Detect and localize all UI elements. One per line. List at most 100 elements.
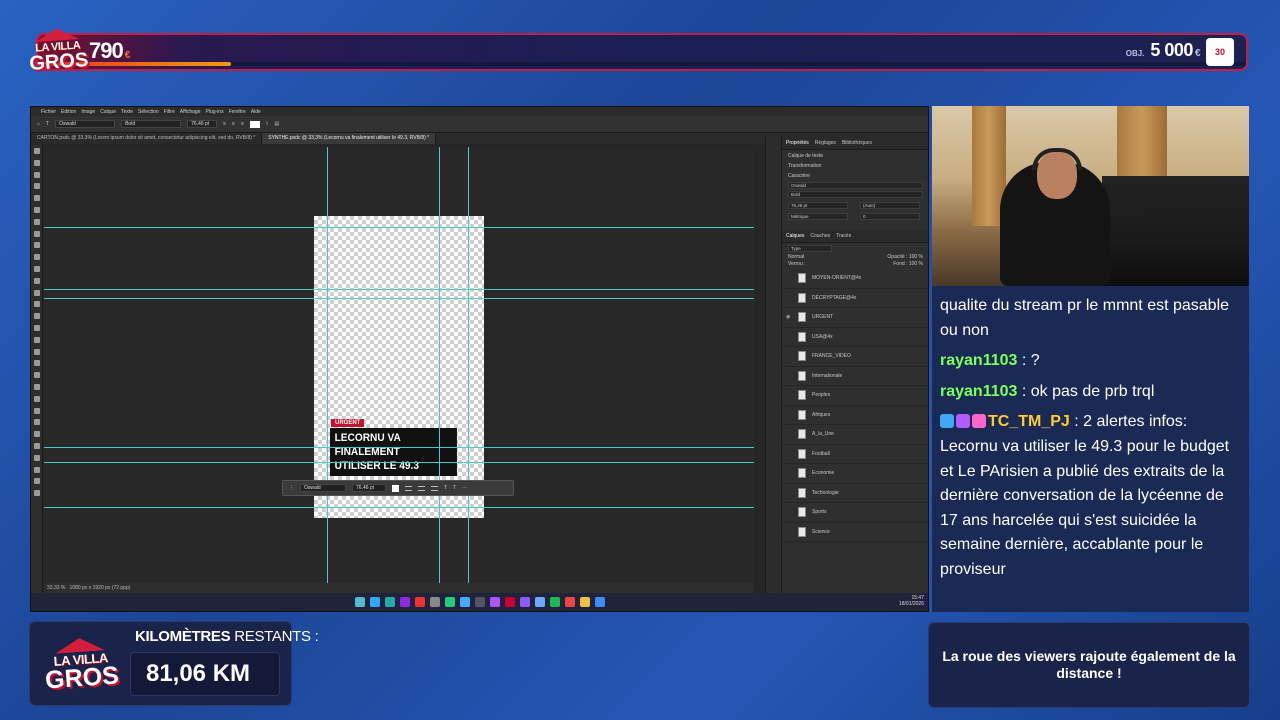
- guide-h[interactable]: [44, 289, 754, 290]
- layer-row[interactable]: ◉ URGENT: [782, 308, 928, 328]
- ctx-text-icon[interactable]: T: [453, 485, 456, 491]
- tab-carton[interactable]: CARTON.psdc @ 33,3% (Lorem ipsum dolor s…: [31, 133, 263, 144]
- tool-icon[interactable]: [33, 395, 40, 402]
- taskbar-app-icon[interactable]: [504, 597, 515, 607]
- tool-icon[interactable]: [33, 490, 40, 497]
- taskbar-app-icon[interactable]: [534, 597, 545, 607]
- tool-icon[interactable]: [33, 324, 40, 331]
- layer-row[interactable]: MOYEN-ORIENT@4x: [782, 269, 928, 289]
- tool-icon[interactable]: [33, 265, 40, 272]
- menu-item[interactable]: Aide: [251, 109, 261, 115]
- tool-icon[interactable]: [33, 277, 40, 284]
- guide-h[interactable]: [44, 298, 754, 299]
- opacity-value[interactable]: 100 %: [909, 254, 923, 260]
- tool-icon[interactable]: [33, 336, 40, 343]
- tab-channels[interactable]: Couches: [810, 233, 830, 239]
- menu-item[interactable]: Texte: [121, 109, 133, 115]
- layer-row[interactable]: Sports: [782, 503, 928, 523]
- taskbar-app-icon[interactable]: [489, 597, 500, 607]
- tool-icon[interactable]: [33, 372, 40, 379]
- guide-v[interactable]: [468, 147, 469, 585]
- tab-layers[interactable]: Calques: [786, 233, 804, 239]
- taskbar-app-icon[interactable]: [444, 597, 455, 607]
- blend-mode[interactable]: Normal: [788, 254, 804, 260]
- layer-row[interactable]: Technologie: [782, 484, 928, 503]
- guide-v[interactable]: [439, 147, 440, 585]
- guide-v[interactable]: [327, 147, 328, 585]
- panel-style-field[interactable]: Bold: [788, 191, 923, 198]
- tool-icon[interactable]: [33, 148, 40, 154]
- menu-item[interactable]: Fichier: [41, 109, 56, 115]
- layer-row[interactable]: FRANCE_VIDEO: [782, 347, 928, 367]
- chat-username[interactable]: rayan1103: [940, 383, 1017, 400]
- tool-icon[interactable]: [33, 159, 40, 166]
- eye-icon[interactable]: ◉: [786, 314, 792, 320]
- tool-icon[interactable]: [33, 195, 40, 202]
- menu-item[interactable]: Plug-ins: [206, 109, 224, 115]
- taskbar-app-icon[interactable]: [459, 597, 470, 607]
- tool-icon[interactable]: [33, 419, 40, 426]
- layer-row[interactable]: DÉCRYPTAGE@4x: [782, 289, 928, 308]
- align-right-icon[interactable]: ≡: [241, 121, 244, 127]
- taskbar-app-icon[interactable]: [384, 597, 395, 607]
- tool-icon[interactable]: [33, 454, 40, 461]
- panels-icon[interactable]: ▤: [274, 121, 279, 127]
- tool-icon[interactable]: [33, 206, 40, 213]
- fill-value[interactable]: 100 %: [909, 261, 923, 267]
- taskbar-app-icon[interactable]: [519, 597, 530, 607]
- ctx-align-icon[interactable]: [431, 485, 438, 491]
- drag-handle-icon[interactable]: ⋮: [289, 485, 294, 491]
- tool-icon[interactable]: [33, 383, 40, 390]
- panel-tracking-field[interactable]: 0: [860, 213, 920, 220]
- tool-icon[interactable]: [33, 348, 40, 355]
- tool-icon[interactable]: [33, 442, 40, 449]
- tab-synthe[interactable]: SYNTHE.psdc @ 33,3% (Lecornu va finaleme…: [262, 133, 437, 144]
- taskbar-app-icon[interactable]: [369, 597, 380, 607]
- tool-icon[interactable]: [33, 466, 40, 473]
- size-select[interactable]: 76,46 pt: [187, 120, 218, 128]
- taskbar-app-icon[interactable]: [354, 597, 365, 607]
- layer-row[interactable]: Football: [782, 445, 928, 464]
- guide-h[interactable]: [44, 507, 754, 508]
- panel-leading-field[interactable]: (Auto): [860, 202, 920, 209]
- tool-icon[interactable]: [33, 301, 40, 308]
- tool-icon[interactable]: [33, 478, 40, 485]
- zoom-level[interactable]: 33,33 %: [47, 585, 65, 591]
- ctx-align-icon[interactable]: [418, 485, 425, 491]
- guide-h[interactable]: [44, 462, 754, 463]
- layer-row[interactable]: Internationale: [782, 367, 928, 386]
- taskbar-app-icon[interactable]: [474, 597, 485, 607]
- tool-icon[interactable]: [33, 360, 40, 367]
- taskbar-app-icon[interactable]: [429, 597, 440, 607]
- tab-libraries[interactable]: Bibliothèques: [842, 140, 872, 146]
- guide-h[interactable]: [44, 227, 754, 228]
- chat-username[interactable]: rayan1103: [940, 352, 1017, 369]
- tool-icon[interactable]: [33, 313, 40, 320]
- ctx-align-icon[interactable]: [405, 485, 412, 491]
- character-section[interactable]: Caractère: [782, 170, 928, 180]
- tool-icon[interactable]: [33, 218, 40, 225]
- color-swatch[interactable]: [249, 120, 260, 128]
- tool-icon[interactable]: [33, 431, 40, 438]
- panel-kerning-field[interactable]: Métrique: [788, 213, 848, 220]
- tab-adjustments[interactable]: Réglages: [815, 140, 836, 146]
- tab-paths[interactable]: Tracés: [836, 233, 851, 239]
- menu-item[interactable]: Affichage: [180, 109, 201, 115]
- menu-item[interactable]: Calque: [100, 109, 116, 115]
- taskbar-app-icon[interactable]: [414, 597, 425, 607]
- layer-row[interactable]: A_la_Une: [782, 425, 928, 445]
- panel-size-field[interactable]: 76,46 pt: [788, 202, 848, 209]
- tool-icon[interactable]: [33, 407, 40, 414]
- taskbar-clock[interactable]: 15:47 18/01/2026: [899, 595, 924, 607]
- ctx-text-icon[interactable]: T: [444, 485, 447, 491]
- ctx-more-icon[interactable]: ···: [462, 485, 467, 491]
- taskbar-app-icon[interactable]: [594, 597, 605, 607]
- ctx-size-select[interactable]: 76,46 pt: [352, 484, 386, 492]
- taskbar-app-icon[interactable]: [549, 597, 560, 607]
- align-center-icon[interactable]: ≡: [232, 121, 235, 127]
- menu-item[interactable]: Sélection: [138, 109, 159, 115]
- home-icon[interactable]: ⌂: [37, 121, 40, 127]
- layer-row[interactable]: USA@4x: [782, 328, 928, 347]
- taskbar-app-icon[interactable]: [579, 597, 590, 607]
- transform-section[interactable]: Transformation: [782, 160, 928, 170]
